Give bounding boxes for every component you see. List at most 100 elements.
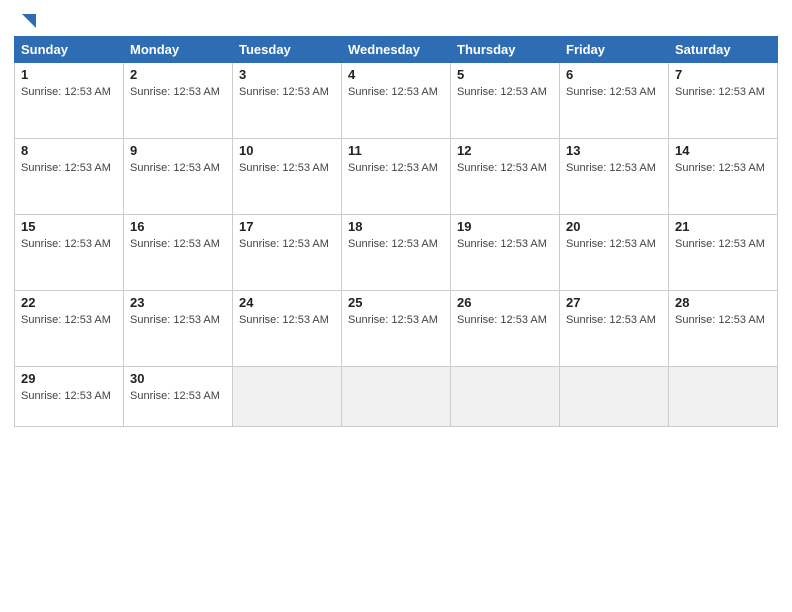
sunrise-text: Sunrise: 12:53 AM <box>130 238 220 250</box>
day-number: 19 <box>457 219 553 234</box>
table-row: 9Sunrise: 12:53 AM <box>124 139 233 215</box>
sunrise-text: Sunrise: 12:53 AM <box>457 238 547 250</box>
day-number: 11 <box>348 143 444 158</box>
calendar-table: Sunday Monday Tuesday Wednesday Thursday… <box>14 36 778 427</box>
table-row: 13 Sunrise: 12:53 AM <box>560 139 669 215</box>
table-row: 5 Sunrise: 12:53 AM <box>451 63 560 139</box>
day-number: 6 <box>566 67 662 82</box>
day-number: 4 <box>348 67 444 82</box>
col-wednesday: Wednesday <box>342 37 451 63</box>
table-row: 14 Sunrise: 12:53 AM <box>669 139 778 215</box>
table-row: 28 Sunrise: 12:53 AM <box>669 291 778 367</box>
sunrise-text: Sunrise: 12:53 AM <box>348 238 438 250</box>
day-number: 17 <box>239 219 335 234</box>
sunrise-text: Sunrise: 12:53 AM <box>566 314 656 326</box>
calendar-week-5: 29 Sunrise: 12:53 AM 30 Sunrise: 12:53 AM <box>15 367 778 427</box>
day-number: 14 <box>675 143 771 158</box>
table-row <box>451 367 560 427</box>
table-row: 29 Sunrise: 12:53 AM <box>15 367 124 427</box>
calendar-week-2: 8Sunrise: 12:53 AM9Sunrise: 12:53 AM10Su… <box>15 139 778 215</box>
day-number: 30 <box>130 371 226 386</box>
calendar-week-3: 15Sunrise: 12:53 AM16Sunrise: 12:53 AM17… <box>15 215 778 291</box>
sunrise-text: Sunrise: 12:53 AM <box>130 162 220 174</box>
col-friday: Friday <box>560 37 669 63</box>
col-monday: Monday <box>124 37 233 63</box>
sunrise-text: Sunrise: 12:53 AM <box>239 238 329 250</box>
day-number: 24 <box>239 295 335 310</box>
logo-area <box>14 14 38 32</box>
day-number: 8 <box>21 143 117 158</box>
table-row: 26 Sunrise: 12:53 AM <box>451 291 560 367</box>
day-number: 1 <box>21 67 117 82</box>
sunrise-text: Sunrise: 12:53 AM <box>21 238 111 250</box>
day-number: 27 <box>566 295 662 310</box>
table-row: 23 Sunrise: 12:53 AM <box>124 291 233 367</box>
table-row: 19 Sunrise: 12:53 AM <box>451 215 560 291</box>
sunrise-text: Sunrise: 12:53 AM <box>21 162 111 174</box>
sunrise-text: Sunrise: 12:53 AM <box>675 314 765 326</box>
table-row: 22 Sunrise: 12:53 AM <box>15 291 124 367</box>
sunrise-text: Sunrise: 12:53 AM <box>675 238 765 250</box>
col-thursday: Thursday <box>451 37 560 63</box>
sunrise-text: Sunrise: 12:53 AM <box>675 86 765 98</box>
table-row: 10Sunrise: 12:53 AM <box>233 139 342 215</box>
day-number: 16 <box>130 219 226 234</box>
table-row: 27 Sunrise: 12:53 AM <box>560 291 669 367</box>
day-number: 5 <box>457 67 553 82</box>
col-sunday: Sunday <box>15 37 124 63</box>
sunrise-text: Sunrise: 12:53 AM <box>457 162 547 174</box>
table-row: 18 Sunrise: 12:53 AM <box>342 215 451 291</box>
day-number: 25 <box>348 295 444 310</box>
day-number: 12 <box>457 143 553 158</box>
sunrise-text: Sunrise: 12:53 AM <box>348 162 438 174</box>
day-number: 13 <box>566 143 662 158</box>
sunrise-text: Sunrise: 12:53 AM <box>566 162 656 174</box>
col-tuesday: Tuesday <box>233 37 342 63</box>
day-number: 7 <box>675 67 771 82</box>
col-saturday: Saturday <box>669 37 778 63</box>
table-row <box>233 367 342 427</box>
day-number: 15 <box>21 219 117 234</box>
sunrise-text: Sunrise: 12:53 AM <box>239 86 329 98</box>
sunrise-text: Sunrise: 12:53 AM <box>457 86 547 98</box>
day-number: 26 <box>457 295 553 310</box>
sunrise-text: Sunrise: 12:53 AM <box>348 314 438 326</box>
logo-icon <box>16 10 38 32</box>
table-row: 11 Sunrise: 12:53 AM <box>342 139 451 215</box>
page-wrapper: Sunday Monday Tuesday Wednesday Thursday… <box>0 0 792 612</box>
day-number: 10 <box>239 143 335 158</box>
sunrise-text: Sunrise: 12:53 AM <box>457 314 547 326</box>
table-row <box>560 367 669 427</box>
sunrise-text: Sunrise: 12:53 AM <box>21 86 111 98</box>
sunrise-text: Sunrise: 12:53 AM <box>21 390 111 402</box>
table-row: 2Sunrise: 12:53 AM <box>124 63 233 139</box>
day-number: 23 <box>130 295 226 310</box>
day-number: 22 <box>21 295 117 310</box>
day-number: 3 <box>239 67 335 82</box>
day-number: 18 <box>348 219 444 234</box>
table-row: 20Sunrise: 12:53 AM <box>560 215 669 291</box>
calendar-week-1: 1Sunrise: 12:53 AM2Sunrise: 12:53 AM3Sun… <box>15 63 778 139</box>
table-row: 3 Sunrise: 12:53 AM <box>233 63 342 139</box>
header-area <box>14 10 778 32</box>
table-row: 1 Sunrise: 12:53 AM <box>15 63 124 139</box>
table-row: 4 Sunrise: 12:53 AM <box>342 63 451 139</box>
sunrise-text: Sunrise: 12:53 AM <box>130 314 220 326</box>
table-row <box>669 367 778 427</box>
table-row: 21Sunrise: 12:53 AM <box>669 215 778 291</box>
table-row: 25 Sunrise: 12:53 AM <box>342 291 451 367</box>
sunrise-text: Sunrise: 12:53 AM <box>348 86 438 98</box>
sunrise-text: Sunrise: 12:53 AM <box>675 162 765 174</box>
sunrise-text: Sunrise: 12:53 AM <box>239 314 329 326</box>
sunrise-text: Sunrise: 12:53 AM <box>130 390 220 402</box>
sunrise-text: Sunrise: 12:53 AM <box>130 86 220 98</box>
day-number: 29 <box>21 371 117 386</box>
table-row: 16 Sunrise: 12:53 AM <box>124 215 233 291</box>
sunrise-text: Sunrise: 12:53 AM <box>21 314 111 326</box>
day-number: 28 <box>675 295 771 310</box>
table-row: 15 Sunrise: 12:53 AM <box>15 215 124 291</box>
table-row: 6Sunrise: 12:53 AM <box>560 63 669 139</box>
table-row: 17 Sunrise: 12:53 AM <box>233 215 342 291</box>
logo-text <box>14 14 38 32</box>
calendar-week-4: 22 Sunrise: 12:53 AM 23 Sunrise: 12:53 AM 24… <box>15 291 778 367</box>
